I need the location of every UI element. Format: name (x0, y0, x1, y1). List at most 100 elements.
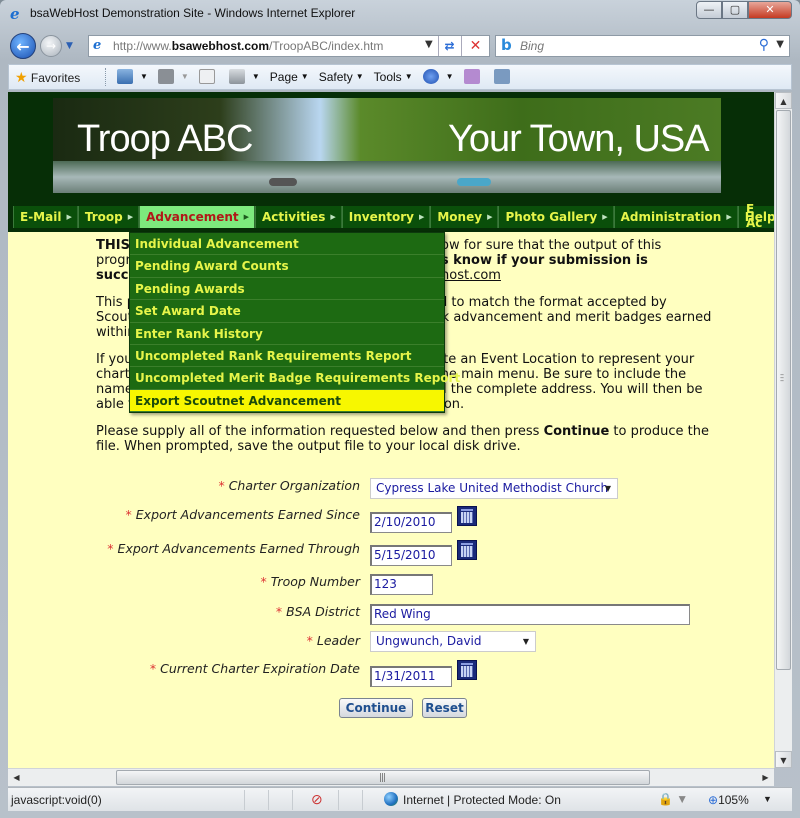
scroll-up-button[interactable]: ▲ (775, 92, 792, 109)
maximize-button[interactable]: ▢ (722, 1, 748, 19)
ie-logo-icon: e (10, 5, 20, 23)
home-button[interactable]: ▼ (117, 69, 148, 84)
vertical-scrollbar[interactable]: ▲ – – – ▼ (774, 92, 792, 768)
reset-button[interactable]: Reset (422, 698, 467, 718)
since-date-input[interactable]: 2/10/2010 (370, 512, 452, 533)
charter-org-row: * Charter Organization (8, 478, 360, 500)
menu-item-label: Money (437, 210, 483, 224)
status-text: javascript:void(0) (11, 793, 102, 807)
horizontal-scrollbar[interactable]: ◀ ||| ▶ (8, 768, 774, 786)
charter-org-select[interactable]: Cypress Lake United Methodist Church ▼ (370, 478, 618, 499)
menu-item-activities[interactable]: Activities ▶ (255, 206, 342, 228)
menu-item-e-mail[interactable]: E-Mail ▶ (13, 206, 78, 228)
scroll-down-button[interactable]: ▼ (775, 751, 792, 768)
command-bar: ★ Favorites ▼ ▼ ▼ Page ▼ Safety ▼ Tools ▼ ▼ (8, 64, 792, 90)
menu-item-money[interactable]: Money ▶ (430, 206, 499, 228)
menu-item-inventory[interactable]: Inventory ▶ (341, 206, 431, 228)
privacy-icon[interactable]: ⊘ (311, 791, 323, 808)
close-button[interactable]: ✕ (748, 1, 792, 19)
since-label: * Export Advancements Earned Since (125, 507, 360, 522)
protected-mode-icon[interactable]: 🔒 ▼ (658, 792, 688, 806)
status-bar: javascript:void(0) ⊘ Internet | Protecte… (8, 787, 792, 811)
menu-item-label: Inventory (348, 210, 414, 224)
chevron-right-icon: ▶ (66, 213, 72, 221)
district-label: * BSA District (275, 604, 360, 619)
menu-item-troop[interactable]: Troop ▶ (77, 206, 140, 228)
feeds-button[interactable]: ▼ (157, 69, 189, 84)
refresh-icon[interactable]: ⇄ (438, 36, 460, 56)
scroll-left-button[interactable]: ◀ (8, 769, 25, 786)
menu-item-administration[interactable]: Administration ▶ (613, 206, 738, 228)
horizontal-scroll-thumb[interactable]: ||| (116, 770, 650, 785)
title-bar: e bsaWebHost Demonstration Site - Window… (0, 0, 800, 28)
dropdown-item-pending-award-counts[interactable]: Pending Award Counts (130, 255, 444, 278)
menu-item-label: Advancement (146, 210, 239, 224)
leader-select[interactable]: Ungwunch, David ▼ (370, 631, 536, 652)
chevron-right-icon: ▶ (418, 213, 425, 221)
security-zone[interactable]: Internet | Protected Mode: On (403, 793, 561, 807)
chevron-right-icon: ▶ (330, 213, 336, 221)
site-menu-bar: E-Mail ▶ Troop ▶ Advancement ▶ Activities ▶ Inve… (8, 200, 774, 232)
browser-window: e bsaWebHost Demonstration Site - Window… (0, 0, 800, 818)
page-menu[interactable]: Page ▼ (270, 70, 309, 84)
dropdown-item-enter-rank-history[interactable]: Enter Rank History (130, 323, 444, 345)
menu-overflow-text[interactable]: E Ac (746, 202, 762, 230)
dropdown-item-export-scoutnet-advancement[interactable]: Export Scoutnet Advancement (130, 389, 444, 413)
menu-item-label: Administration (620, 210, 722, 224)
troop-number-label: * Troop Number (260, 574, 360, 589)
research-button[interactable] (463, 69, 484, 84)
search-input[interactable]: Bing (520, 39, 544, 53)
stop-icon[interactable]: ✕ (461, 36, 489, 56)
dropdown-item-uncompleted-rank-requirements-report[interactable]: Uncompleted Rank Requirements Report (130, 345, 444, 368)
site-banner: Troop ABC Your Town, USA (8, 92, 774, 200)
through-date-input[interactable]: 5/15/2010 (370, 545, 452, 566)
dropdown-item-set-award-date[interactable]: Set Award Date (130, 300, 444, 323)
print-icon (228, 69, 245, 84)
leader-row: * Leader (8, 633, 360, 655)
chevron-down-icon: ▼ (522, 637, 529, 646)
address-dropdown-icon[interactable]: ▼ (425, 39, 433, 50)
menu-item-photo-gallery[interactable]: Photo Gallery ▶ (498, 206, 614, 228)
forward-button[interactable]: → (40, 35, 62, 57)
mail-button[interactable] (198, 69, 219, 84)
calendar-icon[interactable] (457, 506, 477, 526)
zoom-dropdown-icon[interactable]: ▼ (763, 794, 772, 804)
chevron-right-icon: ▶ (602, 213, 608, 221)
minimize-button[interactable]: — (696, 1, 722, 19)
favorites-button[interactable]: ★ Favorites (15, 69, 80, 86)
menu-item-advancement[interactable]: Advancement ▶ (139, 206, 256, 228)
search-icon[interactable]: ⚲ (759, 37, 769, 53)
continue-button[interactable]: Continue (339, 698, 413, 718)
back-button[interactable]: ← (10, 33, 36, 59)
zoom-icon: ⊕ (708, 793, 719, 807)
recent-pages-dropdown[interactable]: ▼ (66, 41, 73, 51)
calendar-icon[interactable] (457, 660, 477, 680)
zoom-level[interactable]: ⊕105% (708, 793, 749, 807)
help-button[interactable]: ▼ (422, 69, 454, 84)
instructions-paragraph: Please supply all of the information req… (96, 424, 709, 454)
dropdown-item-uncompleted-merit-badge-requirements-report[interactable]: Uncompleted Merit Badge Requirements Rep… (130, 367, 460, 390)
scroll-right-button[interactable]: ▶ (757, 769, 774, 786)
messenger-button[interactable] (493, 69, 514, 84)
vertical-scroll-thumb[interactable]: – – – (776, 110, 791, 670)
search-box[interactable]: b Bing ⚲ ▼ (495, 35, 790, 57)
chevron-right-icon: ▶ (243, 213, 250, 221)
expiration-date-input[interactable]: 1/31/2011 (370, 666, 452, 687)
search-dropdown-icon[interactable]: ▼ (776, 39, 784, 50)
safety-menu[interactable]: Safety ▼ (319, 70, 364, 84)
troop-number-row: * Troop Number (8, 574, 360, 596)
window-title: bsaWebHost Demonstration Site - Windows … (30, 6, 356, 20)
address-bar[interactable]: e http://www.bsawebhost.com/TroopABC/ind… (88, 35, 490, 57)
calendar-icon[interactable] (457, 540, 477, 560)
district-input[interactable]: Red Wing (370, 604, 690, 625)
chevron-down-icon: ▼ (604, 484, 611, 493)
troop-number-input[interactable]: 123 (370, 574, 433, 595)
bing-logo-icon: b (501, 36, 512, 54)
expiration-row: * Current Charter Expiration Date (8, 661, 360, 683)
tools-menu[interactable]: Tools ▼ (374, 70, 413, 84)
address-url[interactable]: http://www.bsawebhost.com/TroopABC/index… (113, 39, 383, 53)
print-button[interactable]: ▼ (228, 69, 260, 84)
dropdown-item-individual-advancement[interactable]: Individual Advancement (130, 233, 444, 256)
dropdown-item-pending-awards[interactable]: Pending Awards (130, 278, 444, 301)
menu-item-label: Photo Gallery (505, 210, 598, 224)
